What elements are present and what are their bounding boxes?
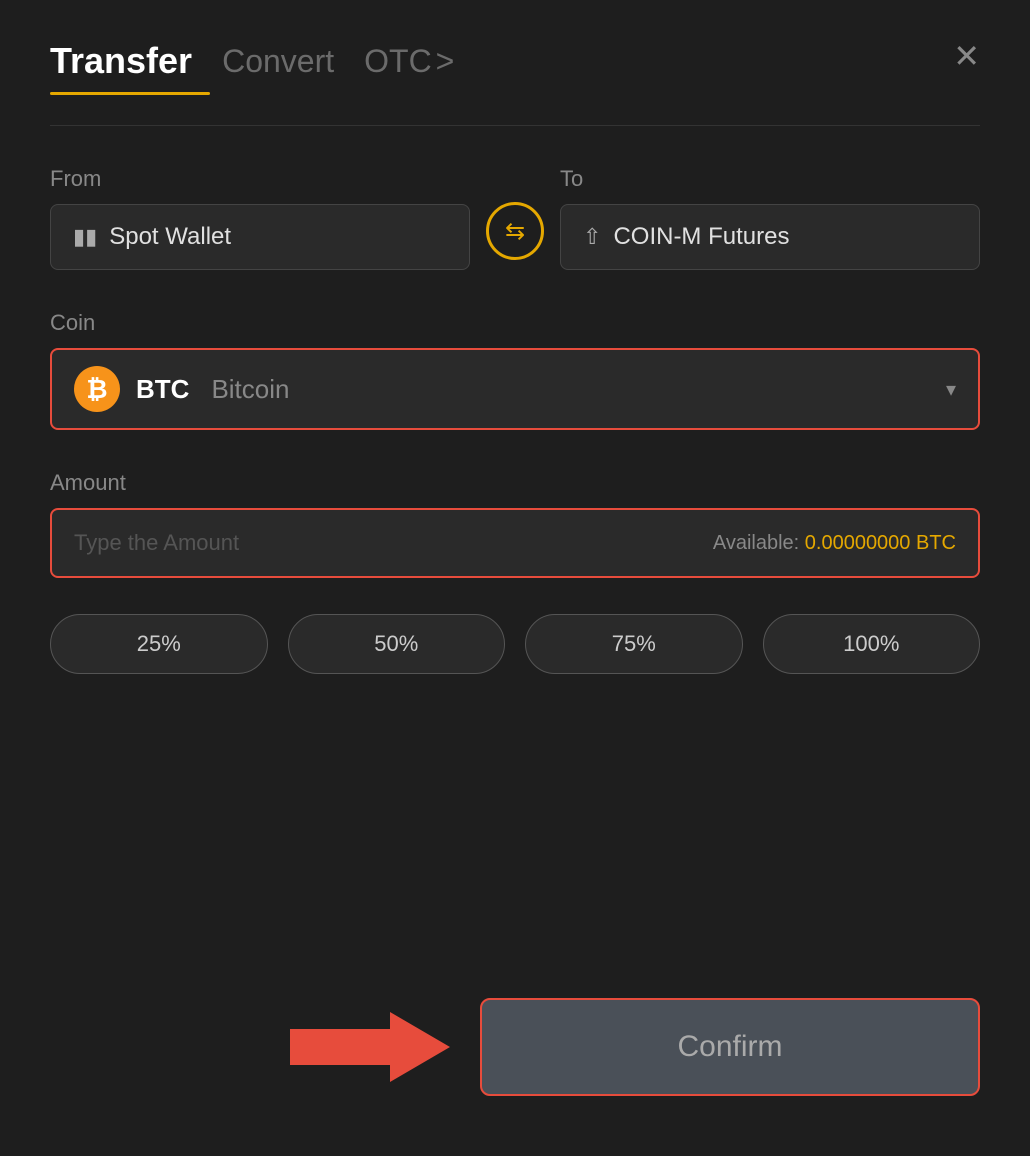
from-to-section: From ▮▮ Spot Wallet ⇆ To ⇧ COIN-M Future… <box>50 166 980 270</box>
arrow-indicator <box>290 1002 450 1092</box>
swap-icon: ⇆ <box>505 217 525 246</box>
coin-chevron-icon: ▾ <box>946 377 956 402</box>
available-text: Available: 0.00000000 BTC <box>713 532 956 555</box>
amount-placeholder: Type the Amount <box>74 530 239 556</box>
percent-50-button[interactable]: 50% <box>288 614 506 674</box>
wallet-card-icon: ▮▮ <box>73 224 97 250</box>
tab-otc[interactable]: OTC > <box>364 43 454 80</box>
tab-convert[interactable]: Convert <box>222 43 334 80</box>
percent-25-button[interactable]: 25% <box>50 614 268 674</box>
futures-icon: ⇧ <box>583 224 601 250</box>
to-wallet-name: COIN-M Futures <box>613 223 789 251</box>
btc-icon: ₿ <box>74 366 120 412</box>
to-wallet-selector[interactable]: ⇧ COIN-M Futures <box>560 204 980 270</box>
available-label: Available: <box>713 532 799 554</box>
amount-input-box[interactable]: Type the Amount Available: 0.00000000 BT… <box>50 508 980 578</box>
percent-75-button[interactable]: 75% <box>525 614 743 674</box>
coin-label: Coin <box>50 310 95 335</box>
header-divider <box>50 125 980 126</box>
modal-container: Transfer Convert OTC > ✕ From ▮▮ Spot Wa… <box>0 0 1030 1156</box>
swap-button[interactable]: ⇆ <box>486 202 544 260</box>
amount-section: Amount Type the Amount Available: 0.0000… <box>50 470 980 578</box>
confirm-button[interactable]: Confirm <box>480 998 980 1096</box>
from-block: From ▮▮ Spot Wallet <box>50 166 470 270</box>
to-label: To <box>560 166 980 192</box>
amount-label: Amount <box>50 470 126 495</box>
coin-full-name: Bitcoin <box>211 374 289 405</box>
bottom-area: Confirm <box>50 998 980 1096</box>
from-label: From <box>50 166 470 192</box>
arrow-svg <box>290 1002 450 1092</box>
tab-underline <box>50 92 210 95</box>
otc-chevron-icon: > <box>436 43 455 80</box>
percent-buttons: 25% 50% 75% 100% <box>50 614 980 674</box>
coin-section: Coin ₿ BTC Bitcoin ▾ <box>50 310 980 430</box>
from-wallet-name: Spot Wallet <box>109 223 231 251</box>
coin-name: BTC <box>136 374 189 405</box>
coin-selector[interactable]: ₿ BTC Bitcoin ▾ <box>50 348 980 430</box>
percent-100-button[interactable]: 100% <box>763 614 981 674</box>
tab-transfer[interactable]: Transfer <box>50 40 192 82</box>
from-wallet-selector[interactable]: ▮▮ Spot Wallet <box>50 204 470 270</box>
modal-header: Transfer Convert OTC > ✕ <box>50 40 980 82</box>
close-button[interactable]: ✕ <box>953 40 980 72</box>
available-value: 0.00000000 BTC <box>805 532 956 554</box>
swap-btn-container: ⇆ <box>470 202 560 270</box>
to-block: To ⇧ COIN-M Futures <box>560 166 980 270</box>
